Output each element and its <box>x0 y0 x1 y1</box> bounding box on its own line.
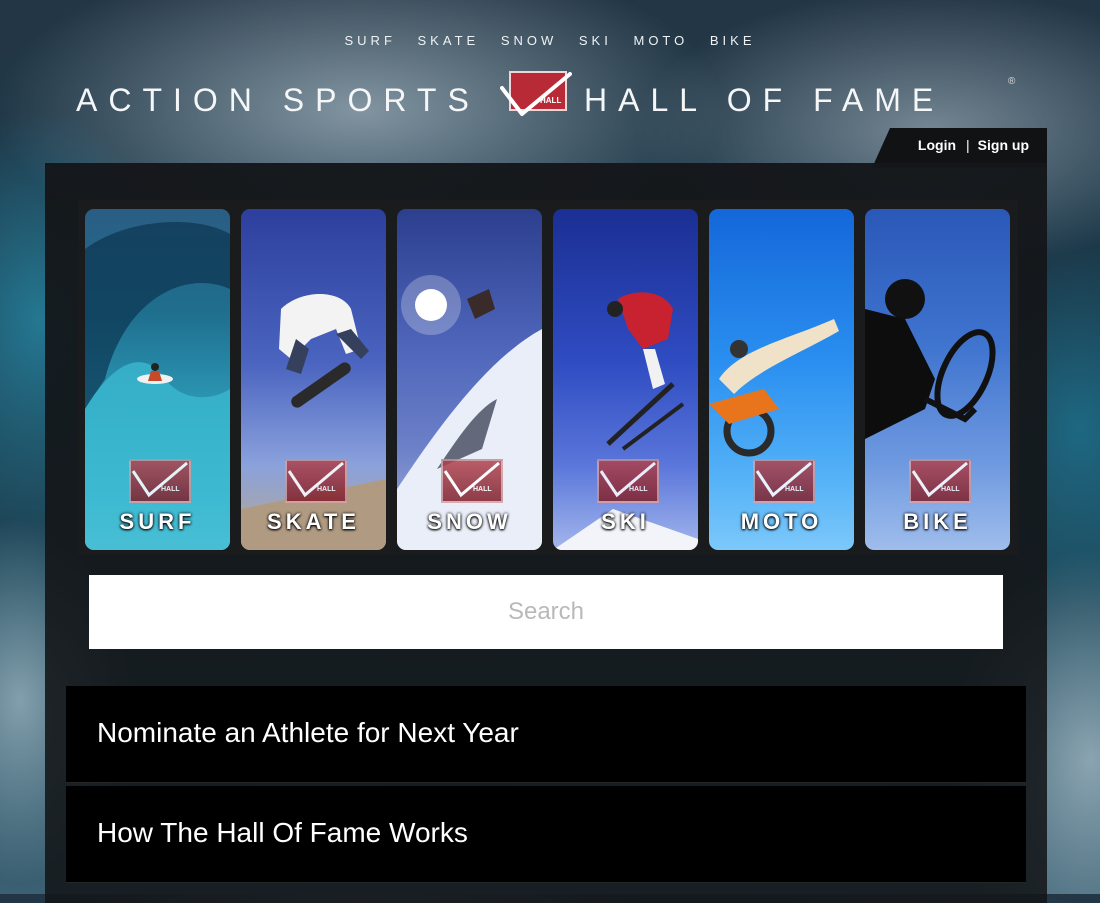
menu-item-nominate[interactable]: Nominate an Athlete for Next Year <box>66 686 1026 783</box>
badge-text: HALL <box>161 486 180 493</box>
menu-item-label: Nominate an Athlete for Next Year <box>97 717 519 748</box>
site-brand[interactable]: ACTION SPORTS HALL HALL OF FAME ® <box>0 71 1100 126</box>
tile-label-bike: BIKE <box>903 509 972 534</box>
menu-item-label: How The Hall Of Fame Works <box>97 817 468 848</box>
hall-badge-icon: HALL <box>753 459 815 503</box>
hall-badge-icon: HALL <box>909 459 971 503</box>
nav-link-moto[interactable]: MOTO <box>633 33 688 48</box>
svg-text:HALL: HALL <box>540 96 561 105</box>
tile-bike[interactable]: HALL BIKE <box>865 209 1010 550</box>
nav-link-surf[interactable]: SURF <box>345 33 396 48</box>
tile-snow[interactable]: HALL SNOW <box>397 209 542 550</box>
badge-text: HALL <box>473 486 492 493</box>
registered-mark: ® <box>1008 76 1016 87</box>
tile-label-moto: MOTO <box>740 509 823 534</box>
auth-tab: Login | Sign up <box>872 128 1047 168</box>
badge-text: HALL <box>785 486 804 493</box>
brand-title-left: ACTION SPORTS <box>76 82 480 118</box>
search-input[interactable] <box>89 575 1003 649</box>
badge-text: HALL <box>941 486 960 493</box>
nav-link-bike[interactable]: BIKE <box>710 33 756 48</box>
menu-item-how-it-works[interactable]: How The Hall Of Fame Works <box>66 786 1026 883</box>
hall-badge-icon: HALL <box>597 459 659 503</box>
tile-label-skate: SKATE <box>267 509 360 534</box>
tile-surf[interactable]: HALL SURF <box>85 209 230 550</box>
tile-ski[interactable]: HALL SKI <box>553 209 698 550</box>
login-link[interactable]: Login <box>918 137 956 153</box>
auth-separator: | <box>966 137 970 153</box>
hall-badge-icon: HALL <box>441 459 503 503</box>
nav-link-ski[interactable]: SKI <box>579 33 612 48</box>
hall-logo-icon: HALL <box>500 70 572 120</box>
brand-title-right: HALL OF FAME <box>584 82 945 118</box>
badge-text: HALL <box>317 486 336 493</box>
nav-link-snow[interactable]: SNOW <box>501 33 557 48</box>
tile-label-ski: SKI <box>601 509 650 534</box>
hall-badge-icon: HALL <box>285 459 347 503</box>
sport-tiles: HALL SURF HALL SKATE HALL SNOW HALL SKI … <box>78 200 1018 555</box>
hall-badge-icon: HALL <box>129 459 191 503</box>
top-sport-nav: SURF SKATE SNOW SKI MOTO BIKE <box>0 33 1100 48</box>
tile-moto[interactable]: HALL MOTO <box>709 209 854 550</box>
signup-link[interactable]: Sign up <box>978 137 1029 153</box>
tile-label-snow: SNOW <box>427 509 512 534</box>
nav-link-skate[interactable]: SKATE <box>418 33 480 48</box>
tile-label-surf: SURF <box>119 509 196 534</box>
badge-text: HALL <box>629 486 648 493</box>
tile-skate[interactable]: HALL SKATE <box>241 209 386 550</box>
